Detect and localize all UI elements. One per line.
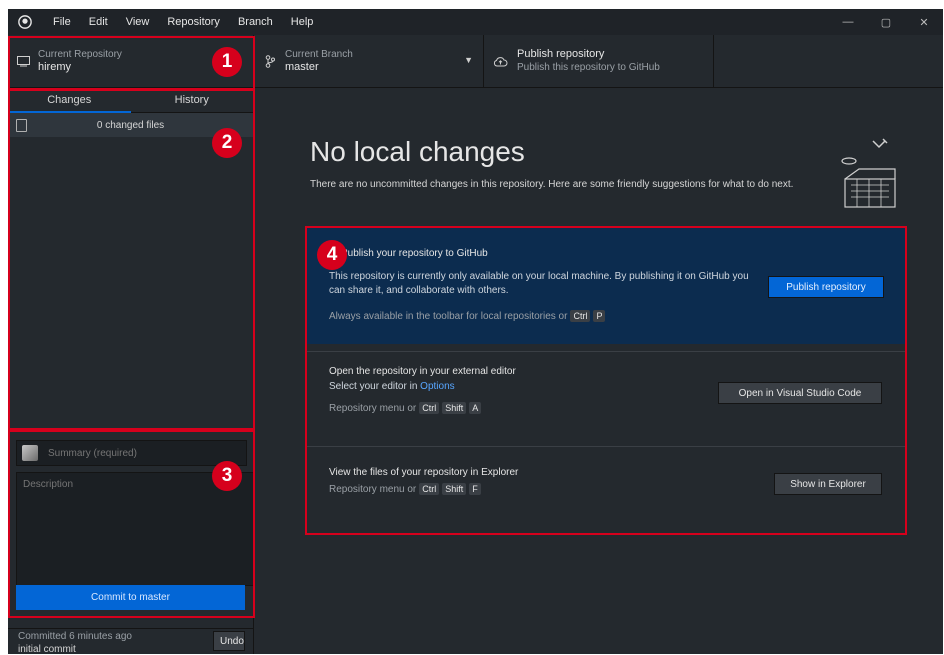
window-controls: — ▢ ✕ (829, 9, 943, 35)
menu-branch[interactable]: Branch (229, 9, 282, 35)
annotation-badge-2: 2 (212, 128, 242, 158)
publish-repository-label: Publish repository (517, 48, 605, 60)
menu-bar: File Edit View Repository Branch Help (44, 9, 322, 35)
menu-repository[interactable]: Repository (158, 9, 229, 35)
committed-time: Committed 6 minutes ago (18, 631, 132, 642)
current-branch-selector[interactable]: Current Branch master ▼ (253, 35, 484, 87)
title-bar: File Edit View Repository Branch Help — … (8, 9, 943, 35)
committed-message: initial commit (18, 644, 76, 654)
github-logo-icon (18, 15, 32, 29)
annotation-badge-1: 1 (212, 47, 242, 77)
annotation-box-4 (305, 226, 907, 535)
publish-repository-description: Publish this repository to GitHub (517, 62, 660, 73)
minimize-button[interactable]: — (829, 9, 867, 35)
menu-file[interactable]: File (44, 9, 80, 35)
maximize-button[interactable]: ▢ (867, 9, 905, 35)
undo-button[interactable]: Undo (213, 631, 245, 651)
close-button[interactable]: ✕ (905, 9, 943, 35)
annotation-badge-3: 3 (212, 461, 242, 491)
menu-view[interactable]: View (117, 9, 159, 35)
illustration-icon (841, 138, 896, 208)
current-branch-label: Current Branch (285, 49, 353, 60)
annotation-badge-4: 4 (317, 240, 347, 270)
menu-edit[interactable]: Edit (80, 9, 117, 35)
menu-help[interactable]: Help (282, 9, 323, 35)
branch-icon (259, 54, 281, 68)
current-branch-value: master (285, 61, 319, 73)
publish-repository-toolbar-button[interactable]: Publish repository Publish this reposito… (483, 35, 714, 87)
page-subtitle: There are no uncommitted changes in this… (310, 179, 794, 190)
last-commit-bar: Committed 6 minutes ago initial commit U… (8, 628, 253, 654)
page-title: No local changes (310, 136, 525, 167)
cloud-upload-icon (489, 56, 511, 67)
annotation-box-3 (8, 430, 255, 618)
chevron-down-icon: ▼ (464, 55, 473, 65)
